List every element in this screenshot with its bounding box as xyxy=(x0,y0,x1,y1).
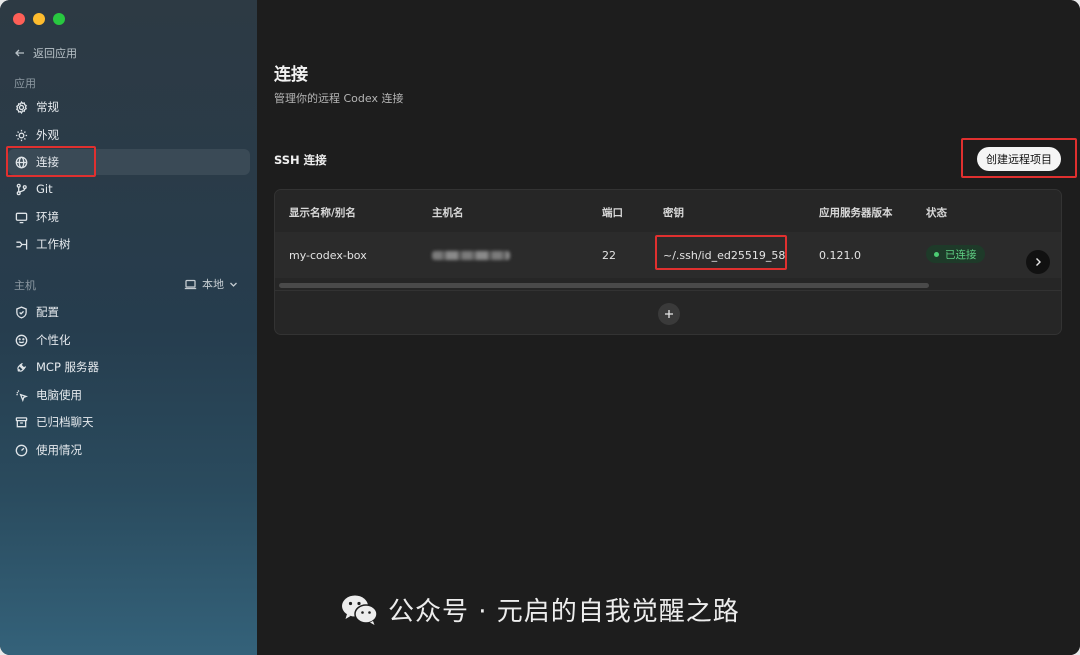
arrow-left-icon xyxy=(15,49,24,57)
host-selector[interactable]: 本地 xyxy=(184,276,238,292)
sidebar-item-environment[interactable]: 环境 xyxy=(8,204,250,230)
wechat-logo-icon xyxy=(342,595,378,625)
ssh-section-title: SSH 连接 xyxy=(274,153,327,167)
sidebar-item-appearance[interactable]: 外观 xyxy=(8,122,250,148)
sidebar-item-worktree[interactable]: 工作树 xyxy=(8,231,250,257)
column-header-port: 端口 xyxy=(602,207,623,219)
sidebar-item-usage[interactable]: 使用情况 xyxy=(8,437,250,463)
status-label: 已连接 xyxy=(945,248,977,261)
highlight-box-connections xyxy=(6,146,96,177)
sidebar-item-config[interactable]: 配置 xyxy=(8,299,250,325)
cell-version: 0.121.0 xyxy=(819,249,861,262)
back-label: 返回应用 xyxy=(33,47,77,60)
sidebar-item-label: 环境 xyxy=(36,210,59,224)
zoom-window-button[interactable] xyxy=(53,13,65,25)
status-dot-icon xyxy=(934,251,939,257)
section-label-host: 主机 xyxy=(14,279,36,292)
watermark: 公众号 · 元启的自我觉醒之路 xyxy=(340,591,740,628)
shield-icon xyxy=(14,305,28,319)
sidebar-item-label: 已归档聊天 xyxy=(36,415,94,429)
table-divider xyxy=(275,290,1061,291)
close-window-button[interactable] xyxy=(13,13,25,25)
row-open-button[interactable] xyxy=(1026,250,1050,274)
column-header-status: 状态 xyxy=(926,207,947,219)
sidebar-item-archived-chats[interactable]: 已归档聊天 xyxy=(8,409,250,435)
plus-icon xyxy=(665,310,673,318)
status-badge: 已连接 xyxy=(926,245,985,263)
sidebar-item-mcp-servers[interactable]: MCP 服务器 xyxy=(8,354,250,380)
chevron-right-icon xyxy=(1036,258,1041,266)
chevron-down-icon xyxy=(230,282,237,287)
cell-port: 22 xyxy=(602,249,616,262)
ssh-connections-table: 显示名称/别名 主机名 端口 密钥 应用服务器版本 状态 my-codex-bo… xyxy=(274,189,1062,335)
settings-window: 返回应用 应用 常规 外观 连接 Git 环境 工作树 主机 本地 配置 个性化… xyxy=(0,0,1080,655)
sidebar-item-label: 使用情况 xyxy=(36,443,82,457)
smile-icon xyxy=(14,333,28,347)
gear-icon xyxy=(14,100,28,114)
sidebar-item-git[interactable]: Git xyxy=(8,176,250,202)
sidebar-item-computer-use[interactable]: 电脑使用 xyxy=(8,382,250,408)
sidebar-item-label: 工作树 xyxy=(36,237,71,251)
plug-icon xyxy=(14,360,28,374)
gauge-icon xyxy=(14,443,28,457)
sidebar-item-label: 常规 xyxy=(36,100,59,114)
monitor-icon xyxy=(14,210,28,224)
cell-name: my-codex-box xyxy=(289,249,367,262)
archive-icon xyxy=(14,415,28,429)
host-selector-label: 本地 xyxy=(202,278,224,291)
main-content: 连接 管理你的远程 Codex 连接 SSH 连接 创建远程项目 显示名称/别名… xyxy=(257,0,1080,655)
sidebar-item-label: 外观 xyxy=(36,128,59,142)
sidebar: 返回应用 应用 常规 外观 连接 Git 环境 工作树 主机 本地 配置 个性化… xyxy=(0,0,257,655)
sidebar-item-label: 个性化 xyxy=(36,333,71,347)
highlight-box-create-button xyxy=(961,138,1077,178)
column-header-name: 显示名称/别名 xyxy=(289,207,356,219)
sidebar-item-personalization[interactable]: 个性化 xyxy=(8,327,250,353)
minimize-window-button[interactable] xyxy=(33,13,45,25)
sidebar-item-label: 电脑使用 xyxy=(36,388,82,402)
column-header-key: 密钥 xyxy=(663,207,684,219)
sidebar-item-label: MCP 服务器 xyxy=(36,360,100,374)
sidebar-item-label: 配置 xyxy=(36,305,59,319)
cell-host-redacted xyxy=(432,251,510,260)
cursor-icon xyxy=(14,388,28,402)
sidebar-item-label: Git xyxy=(36,182,53,196)
add-connection-button[interactable] xyxy=(658,303,680,325)
horizontal-scrollbar[interactable] xyxy=(279,283,929,288)
sidebar-item-general[interactable]: 常规 xyxy=(8,94,250,120)
column-header-version: 应用服务器版本 xyxy=(819,207,893,219)
tree-icon xyxy=(14,237,28,251)
sun-icon xyxy=(14,128,28,142)
git-branch-icon xyxy=(14,182,28,196)
page-title: 连接 xyxy=(274,65,308,85)
back-to-app-link[interactable]: 返回应用 xyxy=(14,45,77,61)
section-label-app: 应用 xyxy=(14,77,36,90)
highlight-box-key xyxy=(655,235,787,270)
column-header-host: 主机名 xyxy=(432,207,464,219)
window-controls xyxy=(13,13,65,25)
table-header: 显示名称/别名 主机名 端口 密钥 应用服务器版本 状态 xyxy=(275,190,1061,232)
laptop-icon xyxy=(184,279,197,289)
page-subtitle: 管理你的远程 Codex 连接 xyxy=(274,92,404,105)
watermark-text: 公众号 · 元启的自我觉醒之路 xyxy=(388,597,740,627)
